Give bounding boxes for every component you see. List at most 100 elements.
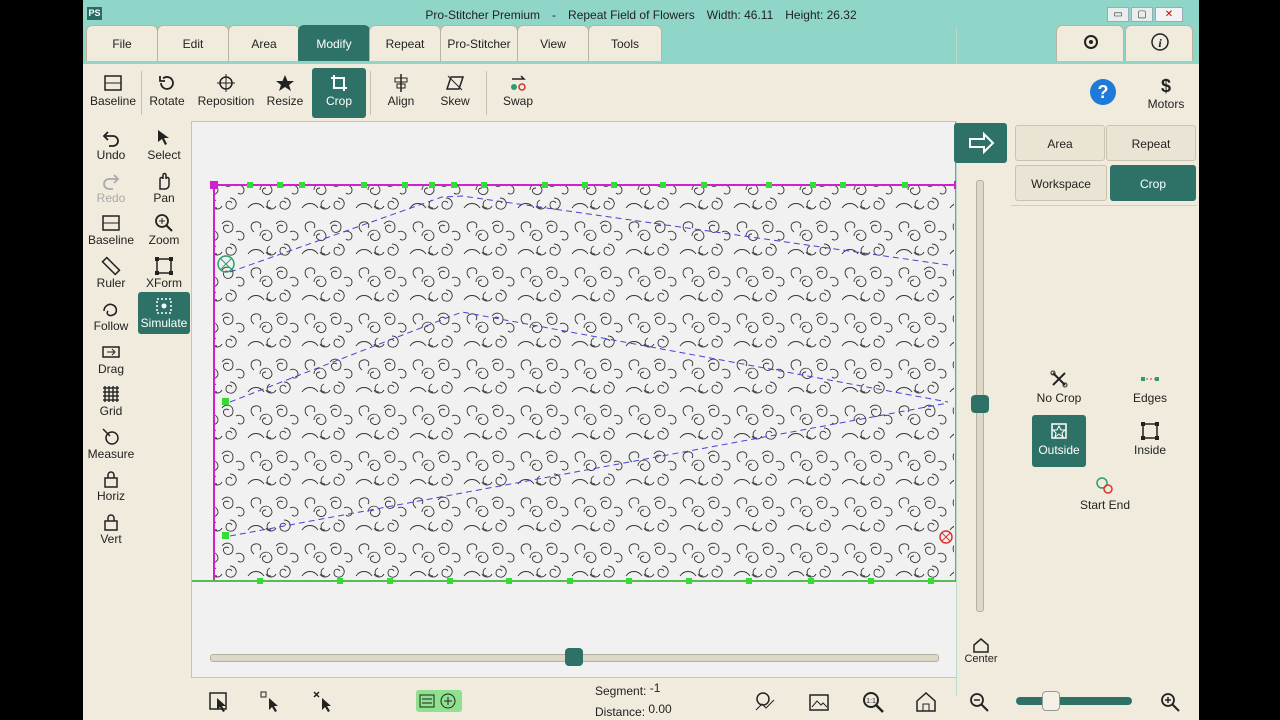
align-button[interactable]: Align <box>374 68 428 118</box>
tab-view[interactable]: View <box>517 25 589 61</box>
zoom-out-icon[interactable] <box>967 690 991 714</box>
horiz-tool[interactable]: Horiz <box>85 465 137 507</box>
quilt-pattern-view[interactable] <box>192 122 956 677</box>
deselect-node-icon[interactable] <box>312 690 336 714</box>
baseline-tool[interactable]: Baseline <box>85 209 137 251</box>
measure-tool[interactable]: Measure <box>85 423 137 465</box>
area-panel-button[interactable]: Area <box>1015 125 1105 161</box>
vertical-slider-knob[interactable] <box>971 394 989 413</box>
node[interactable] <box>222 532 229 539</box>
node[interactable] <box>686 578 692 584</box>
node[interactable] <box>387 578 393 584</box>
node[interactable] <box>210 181 218 189</box>
follow-tool[interactable]: Follow <box>85 295 137 337</box>
motors-button[interactable]: $ Motors <box>1139 72 1193 122</box>
reposition-button[interactable]: Reposition <box>195 68 257 118</box>
no-crop-option[interactable]: No Crop <box>1032 363 1086 415</box>
zoom-actual-icon[interactable]: 1:1 <box>861 690 885 714</box>
node[interactable] <box>766 182 772 188</box>
resize-button[interactable]: Resize <box>258 68 312 118</box>
workspace-panel-button[interactable]: Workspace <box>1015 165 1107 201</box>
center-button[interactable]: Center <box>959 633 1003 669</box>
inside-option[interactable]: Inside <box>1123 415 1177 467</box>
tab-area[interactable]: Area <box>228 25 300 61</box>
rotate-button[interactable]: Rotate <box>140 68 194 118</box>
settings-tab[interactable] <box>1056 25 1124 61</box>
design-canvas[interactable] <box>191 121 957 678</box>
outside-option[interactable]: Outside <box>1032 415 1086 467</box>
undo-tool[interactable]: Undo <box>85 124 137 166</box>
ruler-tool[interactable]: Ruler <box>85 252 137 294</box>
drag-icon <box>102 346 120 358</box>
zoom-image-icon[interactable] <box>807 690 831 714</box>
node[interactable] <box>868 578 874 584</box>
node[interactable] <box>567 578 573 584</box>
node[interactable] <box>361 182 367 188</box>
zoom-in-icon[interactable] <box>1158 690 1182 714</box>
node[interactable] <box>810 182 816 188</box>
baseline-button[interactable]: Baseline <box>86 68 140 118</box>
node[interactable] <box>337 578 343 584</box>
xform-tool[interactable]: XForm <box>138 252 190 294</box>
node[interactable] <box>611 182 617 188</box>
node[interactable] <box>451 182 457 188</box>
expand-arrow-button[interactable] <box>954 123 1007 163</box>
zoom-slider-track[interactable] <box>1016 697 1132 705</box>
repeat-panel-button[interactable]: Repeat <box>1106 125 1196 161</box>
tab-edit[interactable]: Edit <box>157 25 229 61</box>
node[interactable] <box>257 578 263 584</box>
select-box-icon[interactable] <box>207 690 231 714</box>
node[interactable] <box>429 182 435 188</box>
node[interactable] <box>506 578 512 584</box>
node[interactable] <box>582 182 588 188</box>
pan-tool[interactable]: Pan <box>138 167 190 209</box>
node[interactable] <box>746 578 752 584</box>
start-end-option[interactable]: Start End <box>1073 470 1137 522</box>
zoom-tool[interactable]: Zoom <box>138 209 190 251</box>
info-tab[interactable]: i <box>1125 25 1193 61</box>
select-tool[interactable]: Select <box>138 124 190 166</box>
ruler-icon <box>101 256 121 276</box>
tab-pro-stitcher[interactable]: Pro-Stitcher <box>440 25 518 61</box>
edges-option[interactable]: Edges <box>1123 363 1177 415</box>
crop-panel-button[interactable]: Crop <box>1110 165 1196 201</box>
stitch-toggle-button[interactable] <box>416 690 462 712</box>
zoom-selection-icon[interactable] <box>754 690 778 714</box>
node[interactable] <box>447 578 453 584</box>
zoom-slider-knob[interactable] <box>1041 691 1060 711</box>
grid-tool[interactable]: Grid <box>85 380 137 422</box>
node[interactable] <box>928 578 934 584</box>
simulate-tool[interactable]: Simulate <box>138 292 190 334</box>
node[interactable] <box>277 182 283 188</box>
vert-tool[interactable]: Vert <box>85 508 137 550</box>
maximize-button[interactable]: ▢ <box>1131 7 1153 22</box>
node[interactable] <box>701 182 707 188</box>
tab-file[interactable]: File <box>86 25 158 61</box>
tab-tools[interactable]: Tools <box>588 25 662 61</box>
node[interactable] <box>222 398 229 405</box>
node[interactable] <box>299 182 305 188</box>
skew-button[interactable]: Skew <box>428 68 482 118</box>
tab-modify[interactable]: Modify <box>298 25 370 61</box>
swap-button[interactable]: Swap <box>491 68 545 118</box>
minimize-button[interactable]: ▭ <box>1107 7 1129 22</box>
tab-repeat[interactable]: Repeat <box>369 25 441 61</box>
node[interactable] <box>481 182 487 188</box>
no-crop-label: No Crop <box>1036 391 1082 405</box>
node[interactable] <box>542 182 548 188</box>
close-button[interactable]: ✕ <box>1155 7 1183 22</box>
crop-button[interactable]: Crop <box>312 68 366 118</box>
node[interactable] <box>840 182 846 188</box>
redo-tool[interactable]: Redo <box>85 167 137 209</box>
node[interactable] <box>902 182 908 188</box>
home-view-icon[interactable] <box>914 690 938 714</box>
node[interactable] <box>402 182 408 188</box>
drag-tool[interactable]: Drag <box>85 338 137 380</box>
help-icon[interactable]: ? <box>1090 79 1116 105</box>
node[interactable] <box>660 182 666 188</box>
node[interactable] <box>626 578 632 584</box>
node[interactable] <box>808 578 814 584</box>
node[interactable] <box>247 182 253 188</box>
horizontal-slider-knob[interactable] <box>564 648 583 666</box>
select-node-icon[interactable] <box>259 690 283 714</box>
